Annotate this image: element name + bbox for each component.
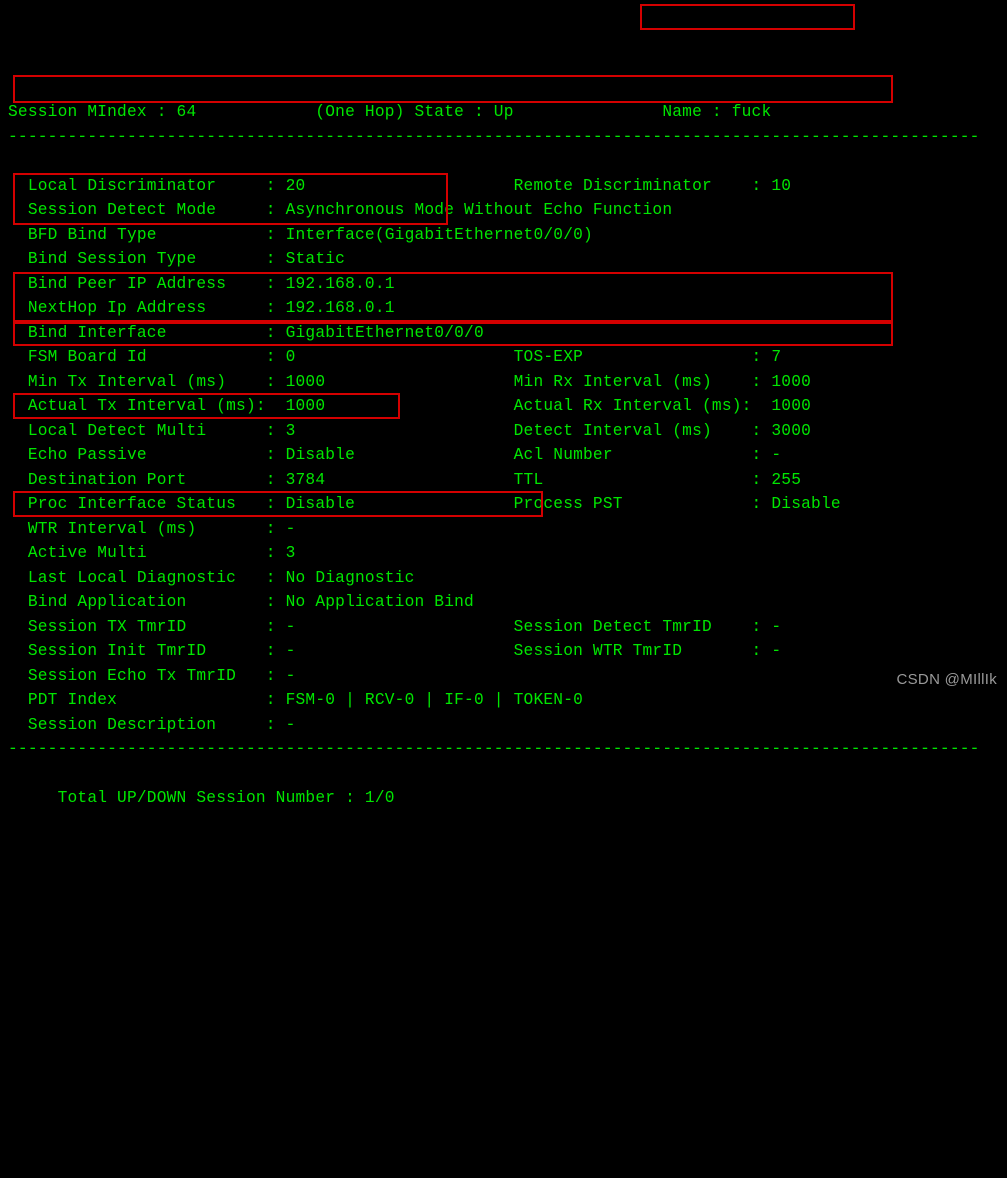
highlight-name	[640, 4, 855, 30]
highlight-discriminator	[13, 75, 893, 103]
watermark: CSDN @MIllIk	[897, 668, 998, 693]
terminal-output: Session MIndex : 64 (One Hop) State : Up…	[8, 100, 1007, 811]
